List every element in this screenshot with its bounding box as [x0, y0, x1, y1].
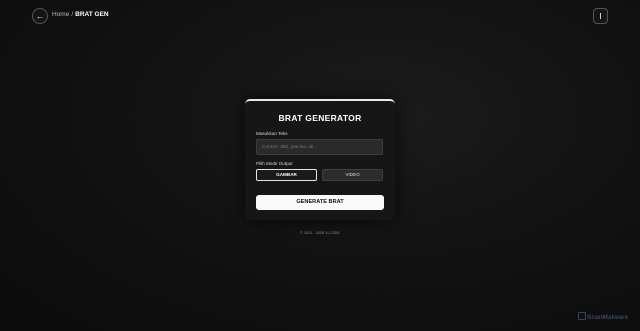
mode-video-button[interactable]: VIDEO: [322, 169, 383, 181]
arrow-left-icon: ←: [35, 11, 45, 21]
top-bar: ← Home / BRAT GEN: [0, 0, 640, 30]
back-button[interactable]: ←: [32, 8, 48, 24]
footer-copyright: © 2021 - 2026 X-CODE: [300, 231, 340, 235]
menu-button[interactable]: [593, 8, 608, 24]
breadcrumb-home-link[interactable]: Home: [52, 11, 69, 18]
generate-button[interactable]: GENERATE BRAT: [256, 195, 384, 210]
text-input[interactable]: [256, 139, 383, 155]
generator-card: BRAT GENERATOR Masukkan Teks Pilih Mode …: [245, 99, 395, 220]
breadcrumb: Home / BRAT GEN: [52, 11, 109, 18]
breadcrumb-current: BRAT GEN: [75, 11, 109, 18]
breadcrumb-separator: /: [71, 11, 74, 18]
shield-icon: [578, 312, 586, 320]
text-input-label: Masukkan Teks: [256, 131, 288, 136]
mode-gambar-button[interactable]: GAMBAR: [256, 169, 317, 181]
card-title: BRAT GENERATOR: [278, 113, 362, 123]
mode-label: Pilih Mode Output: [256, 161, 293, 166]
watermark: ScanMalware: [578, 312, 628, 321]
menu-icon: [600, 13, 601, 19]
watermark-text: ScanMalware: [587, 314, 629, 321]
